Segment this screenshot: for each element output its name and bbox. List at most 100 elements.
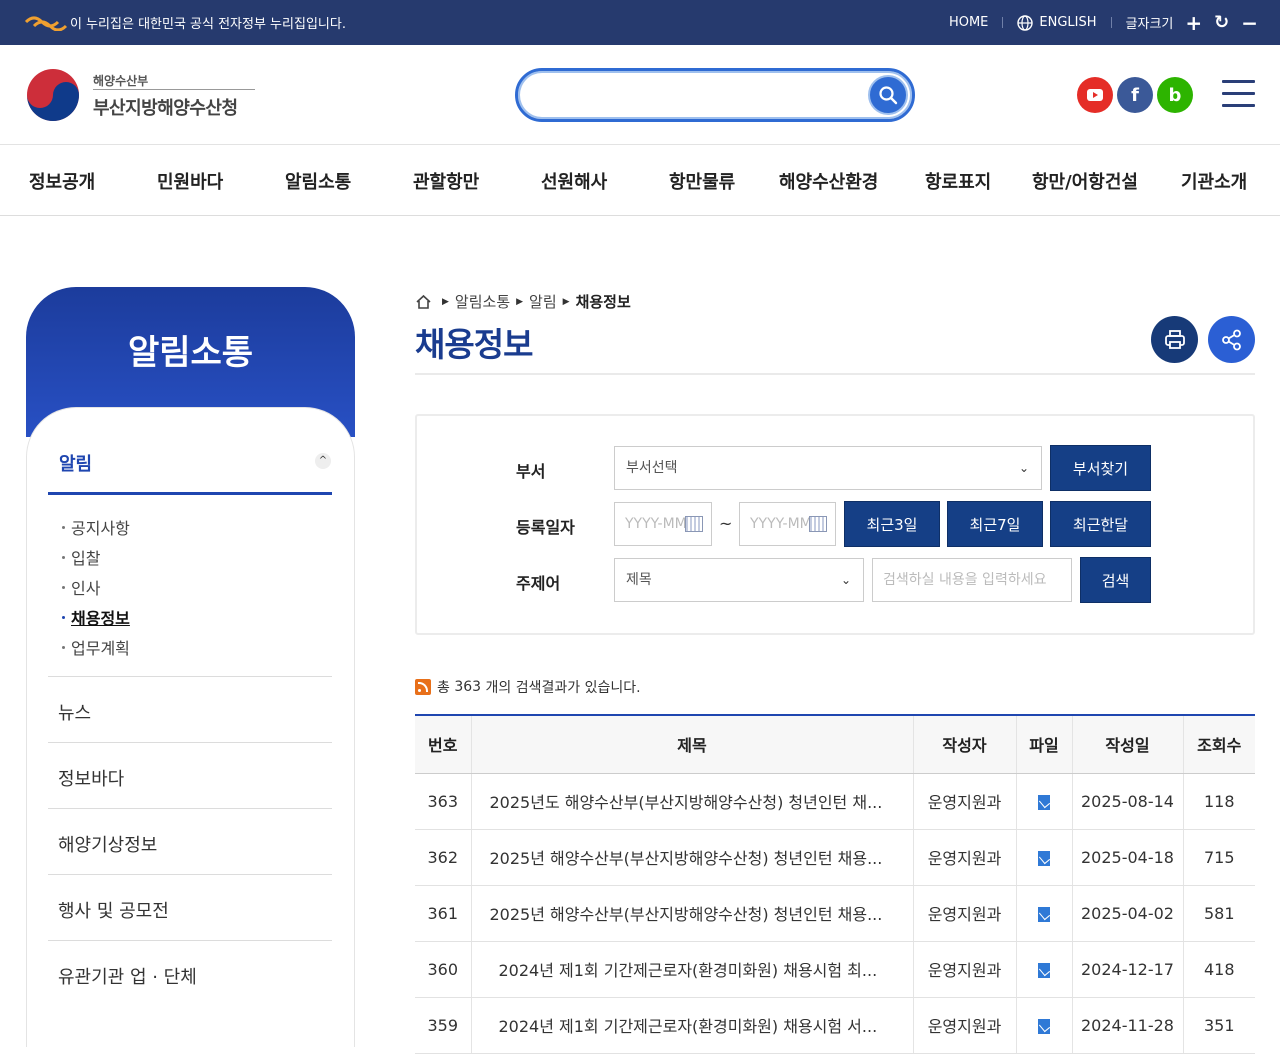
- row-title-link[interactable]: 2025년도 해양수산부(부산지방해양수산청) 청년인턴 채...: [470, 773, 913, 830]
- result-prefix: 총: [437, 680, 450, 696]
- recent-month-button[interactable]: 최근한달: [1050, 501, 1151, 547]
- table-row[interactable]: 359 2024년 제1회 기간제근로자(환경미화원) 채용시험 서... 운영…: [415, 997, 1255, 1054]
- attachment-file-icon[interactable]: [1038, 962, 1050, 978]
- dept-select[interactable]: 부서선택 ⌄: [614, 446, 1042, 490]
- sidebar-subitem-recruit[interactable]: 채용정보: [62, 605, 130, 629]
- divider: [1002, 17, 1004, 28]
- attachment-file-icon[interactable]: [1038, 850, 1050, 866]
- row-date: 2024-11-28: [1071, 997, 1183, 1054]
- row-no: 362: [415, 829, 471, 886]
- sidebar-item-news[interactable]: 뉴스: [48, 676, 332, 742]
- row-writer: 운영지원과: [912, 773, 1016, 830]
- youtube-link[interactable]: [1077, 77, 1113, 113]
- gnb-item[interactable]: 알림소통: [285, 168, 351, 194]
- sidebar-current-section[interactable]: 알림: [59, 450, 92, 476]
- row-file[interactable]: [1015, 941, 1072, 998]
- gnb-item[interactable]: 관할항만: [413, 168, 479, 194]
- attachment-file-icon[interactable]: [1038, 906, 1050, 922]
- gnb-item[interactable]: 항만물류: [669, 168, 735, 194]
- row-file[interactable]: [1015, 997, 1072, 1054]
- divider: [48, 492, 332, 495]
- date-from-input[interactable]: YYYY-MM-DD: [614, 502, 712, 546]
- table-row[interactable]: 363 2025년도 해양수산부(부산지방해양수산청) 청년인턴 채... 운영…: [415, 773, 1255, 830]
- row-date: 2025-04-18: [1071, 829, 1183, 886]
- gnb-item[interactable]: 선원해사: [541, 168, 607, 194]
- sidebar-item-info-sea[interactable]: 정보바다: [48, 742, 332, 808]
- blog-link[interactable]: b: [1157, 77, 1193, 113]
- keyword-input[interactable]: 검색하실 내용을 입력하세요: [872, 558, 1072, 602]
- gnb-item[interactable]: 기관소개: [1181, 168, 1247, 194]
- caret-right-icon: ▶: [562, 296, 570, 307]
- calendar-icon[interactable]: [685, 516, 703, 532]
- row-file[interactable]: [1015, 885, 1072, 942]
- org-name[interactable]: 부산지방해양수산청: [93, 94, 238, 120]
- table-row[interactable]: 360 2024년 제1회 기간제근로자(환경미화원) 채용시험 최... 운영…: [415, 941, 1255, 998]
- font-reset-button[interactable]: ↻: [1214, 13, 1229, 32]
- table-row[interactable]: 362 2025년 해양수산부(부산지방해양수산청) 청년인턴 채용... 운영…: [415, 829, 1255, 886]
- font-increase-button[interactable]: +: [1185, 13, 1202, 33]
- rss-icon[interactable]: [415, 679, 431, 695]
- row-title-link[interactable]: 2024년 제1회 기간제근로자(환경미화원) 채용시험 최...: [470, 941, 913, 998]
- sidebar-subitem-plan[interactable]: 업무계획: [62, 635, 130, 659]
- gnb-item[interactable]: 정보공개: [29, 168, 95, 194]
- sidebar-subitem-bid[interactable]: 입찰: [62, 545, 100, 569]
- search-button[interactable]: [868, 75, 908, 115]
- row-title-link[interactable]: 2024년 제1회 기간제근로자(환경미화원) 채용시험 서...: [470, 997, 913, 1054]
- row-title-link[interactable]: 2025년 해양수산부(부산지방해양수산청) 청년인턴 채용...: [470, 829, 913, 886]
- breadcrumb-item[interactable]: 알림: [529, 291, 557, 312]
- breadcrumb-item[interactable]: 알림소통: [455, 291, 510, 312]
- english-link[interactable]: ENGLISH: [1017, 14, 1097, 31]
- column-header-file: 파일: [1015, 714, 1072, 774]
- row-views: 118: [1182, 773, 1255, 830]
- sidebar-item-weather[interactable]: 해양기상정보: [48, 808, 332, 874]
- gnb-item[interactable]: 항만/어항건설: [1032, 168, 1138, 194]
- row-file[interactable]: [1015, 829, 1072, 886]
- print-button[interactable]: [1151, 316, 1198, 363]
- gnb-item[interactable]: 민원바다: [157, 168, 223, 194]
- date-to-placeholder: YYYY-MM-DD: [750, 516, 817, 532]
- calendar-icon[interactable]: [809, 516, 827, 532]
- date-to-input[interactable]: YYYY-MM-DD: [739, 502, 836, 546]
- table-row[interactable]: 361 2025년 해양수산부(부산지방해양수산청) 청년인턴 채용... 운영…: [415, 885, 1255, 942]
- sidebar-item-events[interactable]: 행사 및 공모전: [48, 874, 332, 940]
- row-views: 351: [1182, 997, 1255, 1054]
- sidebar-subitem-personnel[interactable]: 인사: [62, 575, 100, 599]
- home-icon[interactable]: [415, 294, 432, 310]
- gnb-item[interactable]: 항로표지: [925, 168, 991, 194]
- row-title-link[interactable]: 2025년 해양수산부(부산지방해양수산청) 청년인턴 채용...: [470, 885, 913, 942]
- taegeuk-logo-icon[interactable]: [26, 68, 80, 122]
- facebook-link[interactable]: f: [1117, 77, 1153, 113]
- search-input[interactable]: [515, 68, 915, 122]
- row-views: 418: [1182, 941, 1255, 998]
- row-file[interactable]: [1015, 773, 1072, 830]
- share-icon: [1221, 329, 1241, 350]
- font-decrease-button[interactable]: −: [1241, 13, 1258, 33]
- recent-7days-button[interactable]: 최근7일: [947, 501, 1043, 547]
- row-date: 2025-08-14: [1071, 773, 1183, 830]
- chevron-up-icon[interactable]: ^: [315, 453, 331, 469]
- ministry-name: 해양수산부: [93, 74, 149, 88]
- table-header-row: 번호 제목 작성자 파일 작성일 조회수: [415, 714, 1255, 774]
- sidebar-subitem-notice[interactable]: 공지사항: [62, 515, 130, 539]
- share-button[interactable]: [1208, 316, 1255, 363]
- topic-select[interactable]: 제목 ⌄: [614, 558, 864, 602]
- gnb-item[interactable]: 해양수산환경: [779, 168, 878, 194]
- gov-notice-text: 이 누리집은 대한민국 공식 전자정부 누리집입니다.: [70, 17, 346, 32]
- recent-3days-button[interactable]: 최근3일: [844, 501, 940, 547]
- attachment-file-icon[interactable]: [1038, 1018, 1050, 1034]
- chevron-down-icon: ⌄: [840, 573, 851, 587]
- breadcrumb: ▶ 알림소통 ▶ 알림 ▶ 채용정보: [415, 291, 631, 312]
- sidebar-item-related[interactable]: 유관기관 업 · 단체: [48, 940, 332, 1006]
- home-link[interactable]: HOME: [949, 15, 988, 30]
- page-title: 채용정보: [415, 325, 533, 364]
- date-label: 등록일자: [516, 518, 575, 537]
- attachment-file-icon[interactable]: [1038, 794, 1050, 810]
- row-no: 360: [415, 941, 471, 998]
- search-submit-button[interactable]: 검색: [1080, 557, 1151, 603]
- breadcrumb-current: 채용정보: [575, 293, 631, 311]
- facebook-icon: f: [1131, 84, 1139, 106]
- dept-find-button[interactable]: 부서찾기: [1050, 445, 1151, 491]
- hamburger-menu-icon[interactable]: [1222, 80, 1255, 110]
- divider: [1110, 17, 1112, 28]
- dept-select-value: 부서선택: [626, 460, 678, 476]
